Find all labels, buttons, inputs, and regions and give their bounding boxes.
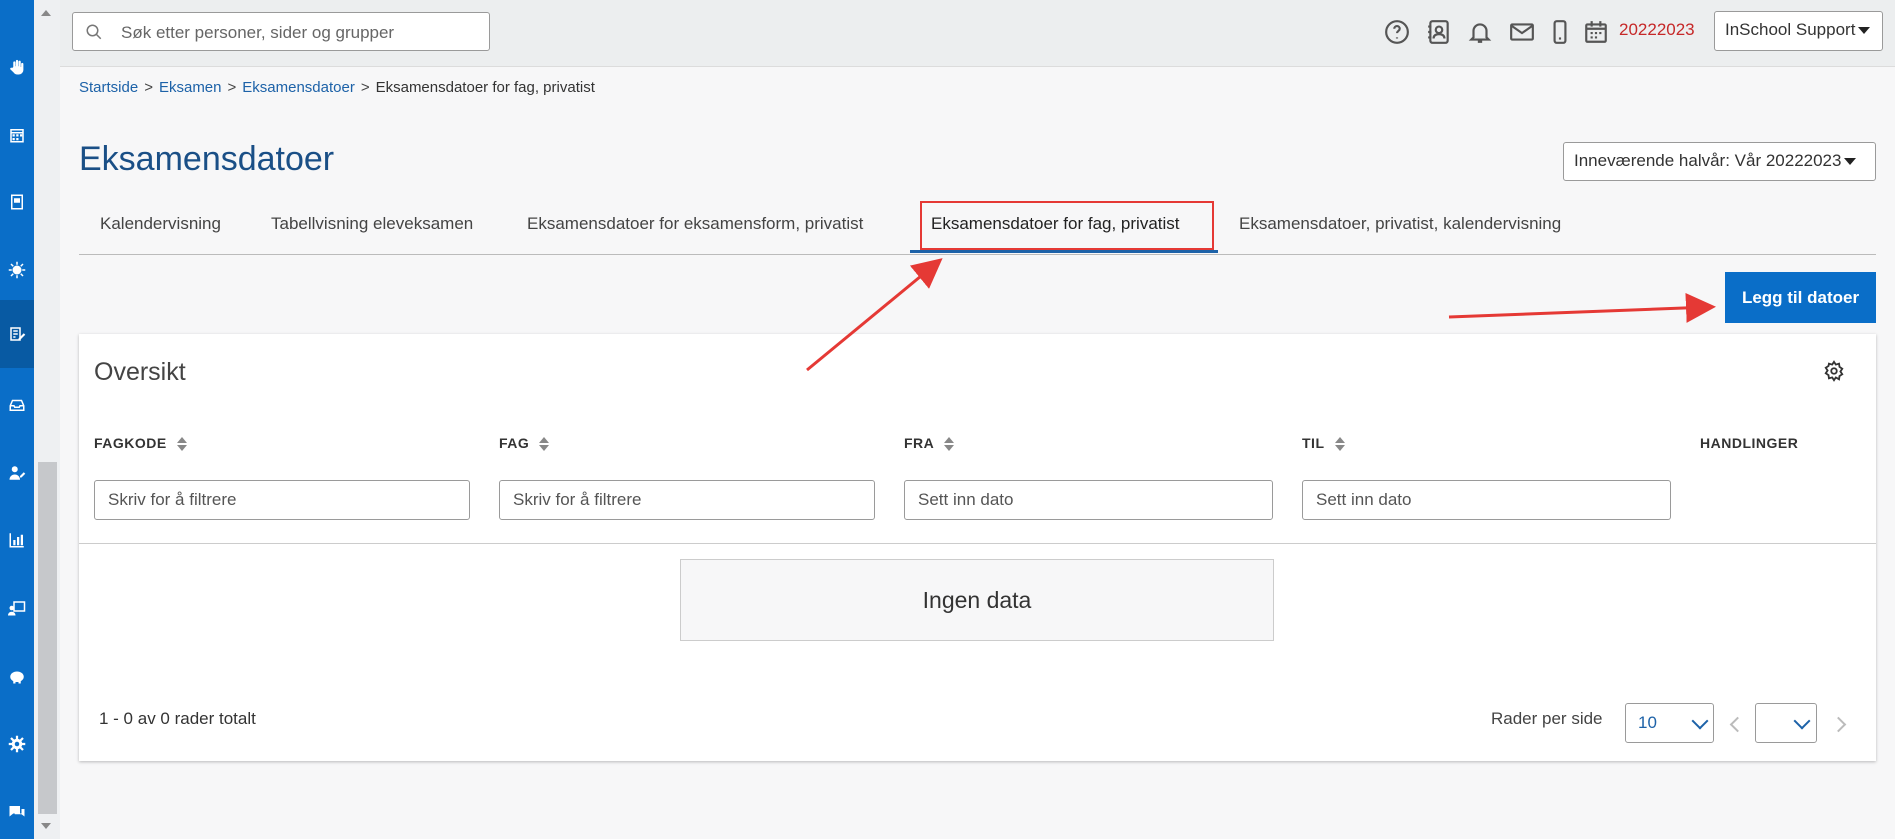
tab-eksamensform-privatist[interactable]: Eksamensdatoer for eksamensform, privati… [527, 212, 863, 254]
add-dates-button[interactable]: Legg til datoer [1725, 272, 1876, 323]
teacher-board-icon[interactable] [0, 591, 34, 625]
page-title: Eksamensdatoer [79, 140, 335, 178]
school-year[interactable]: 20222023 [1619, 20, 1695, 40]
column-header-label: FAGKODE [94, 435, 167, 451]
search-box[interactable] [72, 12, 490, 52]
scroll-up-arrow[interactable] [41, 10, 51, 16]
sidebar [0, 0, 34, 839]
table-divider [79, 543, 1876, 544]
mail-icon[interactable] [1507, 17, 1537, 47]
column-header-fag[interactable]: FAG [499, 435, 550, 452]
annotation-highlight-box [920, 201, 1214, 250]
filter-fagkode-input[interactable] [94, 480, 470, 520]
filter-til-date-input[interactable] [1302, 480, 1671, 520]
inbox-icon[interactable] [0, 388, 34, 422]
column-header-handlinger: HANDLINGER [1700, 435, 1799, 451]
sun-icon[interactable] [0, 253, 34, 287]
sort-icon[interactable] [1334, 437, 1345, 452]
column-header-fra[interactable]: FRA [904, 435, 955, 452]
caret-down-icon [1844, 158, 1857, 166]
term-select[interactable]: Inneværende halvår: Vår 20222023 [1563, 142, 1876, 181]
book-icon[interactable] [0, 185, 34, 219]
settings-gear-icon[interactable] [1823, 360, 1845, 382]
gear-icon[interactable] [0, 727, 34, 761]
chevron-down-icon [1691, 712, 1709, 730]
calendar-icon[interactable] [0, 118, 34, 152]
column-header-label: FRA [904, 435, 935, 451]
rows-per-page-value: 10 [1638, 713, 1657, 732]
tab-tabellvisning-eleveksamen[interactable]: Tabellvisning eleveksamen [271, 212, 473, 254]
chart-icon[interactable] [0, 523, 34, 557]
sort-icon[interactable] [176, 437, 187, 452]
user-edit-icon[interactable] [0, 456, 34, 490]
term-select-label: Inneværende halvår: Vår 20222023 [1574, 151, 1842, 170]
user-menu-dropdown[interactable]: InSchool Support [1714, 11, 1883, 51]
filter-fra-date-input[interactable] [904, 480, 1273, 520]
calendar-icon[interactable] [1581, 17, 1611, 47]
tab-privatist-kalendervisning[interactable]: Eksamensdatoer, privatist, kalendervisni… [1239, 212, 1561, 254]
chevron-right-icon: > [144, 79, 153, 96]
filter-fag-input[interactable] [499, 480, 875, 520]
contacts-icon[interactable] [1424, 17, 1454, 47]
column-header-label: TIL [1302, 435, 1325, 451]
active-tab-indicator [910, 250, 1218, 253]
chevron-down-icon [1793, 712, 1811, 730]
column-header-fagkode[interactable]: FAGKODE [94, 435, 187, 452]
scroll-down-arrow[interactable] [41, 823, 51, 829]
annotation-arrow-to-button [1448, 292, 1716, 323]
bell-icon[interactable] [1465, 17, 1495, 47]
search-icon [86, 24, 102, 40]
chevron-right-icon: > [227, 79, 237, 96]
page-number-select[interactable] [1755, 703, 1817, 743]
exam-edit-icon[interactable] [0, 300, 34, 368]
rows-per-page-label: Rader per side [1491, 709, 1603, 728]
scrollbar-thumb[interactable] [38, 462, 57, 814]
previous-page-icon[interactable] [1729, 716, 1746, 733]
user-menu-label: InSchool Support [1725, 20, 1856, 39]
piggy-bank-icon[interactable] [0, 659, 34, 693]
sort-icon[interactable] [539, 437, 550, 452]
hand-icon[interactable] [0, 50, 34, 84]
empty-state: Ingen data [680, 559, 1274, 641]
chevron-right-icon: > [360, 79, 370, 96]
column-header-label: FAG [499, 435, 530, 451]
breadcrumb-eksamen[interactable]: Eksamen [159, 79, 222, 96]
row-total-text: 1 - 0 av 0 rader totalt [99, 709, 256, 728]
breadcrumb-current: Eksamensdatoer for fag, privatist [375, 79, 595, 96]
breadcrumb: Startside > Eksamen > Eksamensdatoer > Eksamen… [79, 79, 595, 96]
overview-title: Oversikt [94, 358, 186, 386]
overview-card: Oversikt FAGKODE FAG FRA TIL HANDLINGER … [79, 334, 1876, 761]
breadcrumb-startside[interactable]: Startside [79, 79, 138, 96]
column-header-til[interactable]: TIL [1302, 435, 1345, 452]
chat-icon[interactable] [0, 795, 34, 829]
next-page-icon[interactable] [1830, 716, 1847, 733]
phone-icon[interactable] [1545, 17, 1575, 47]
sort-icon[interactable] [944, 437, 955, 452]
rows-per-page-select[interactable]: 10 [1625, 703, 1714, 743]
tab-kalendervisning[interactable]: Kalendervisning [100, 212, 221, 254]
caret-down-icon [1858, 27, 1871, 35]
breadcrumb-eksamensdatoer[interactable]: Eksamensdatoer [242, 79, 355, 96]
search-input[interactable] [119, 13, 483, 52]
help-icon[interactable] [1382, 17, 1412, 47]
